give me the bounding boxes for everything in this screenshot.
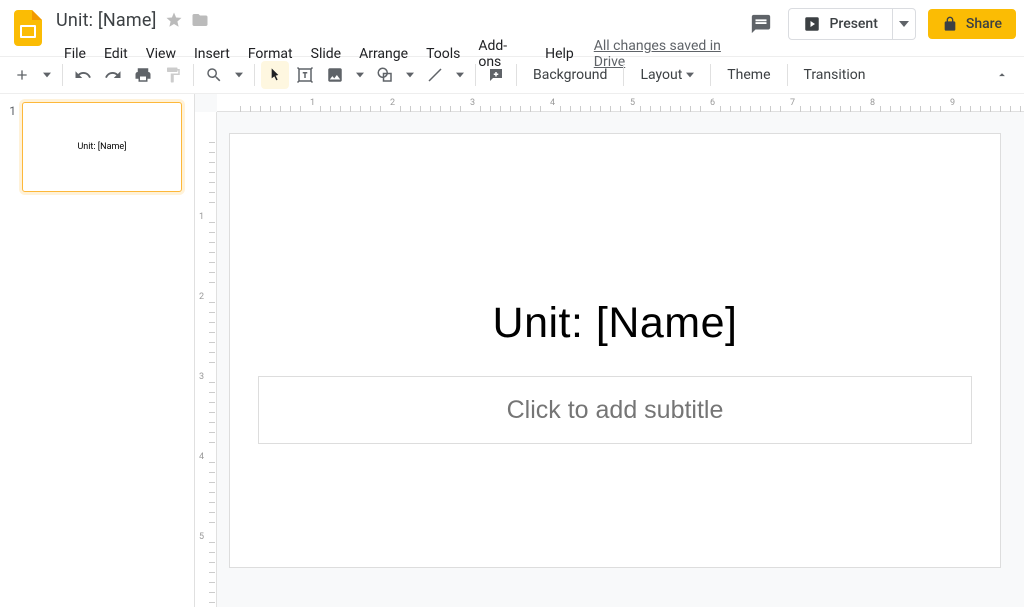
print-button[interactable]: [129, 61, 157, 89]
share-button[interactable]: Share: [928, 9, 1016, 39]
separator: [62, 64, 63, 86]
theme-button[interactable]: Theme: [717, 63, 780, 87]
slide-title-box[interactable]: Unit: [Name]: [230, 299, 1000, 348]
present-label: Present: [829, 16, 877, 32]
separator: [710, 64, 711, 86]
comments-button[interactable]: [746, 9, 776, 39]
new-slide-dropdown[interactable]: [38, 61, 56, 89]
header-right: Present Share: [746, 8, 1016, 40]
slide-subtitle-box[interactable]: Click to add subtitle: [258, 376, 972, 444]
separator: [475, 64, 476, 86]
slide-title-text: Unit: [Name]: [493, 299, 738, 347]
separator: [516, 64, 517, 86]
filmstrip-slide[interactable]: 1 Unit: [Name]: [4, 102, 190, 192]
subtitle-placeholder: Click to add subtitle: [507, 396, 724, 425]
separator: [787, 64, 788, 86]
play-box-icon: [803, 15, 821, 33]
thumb-title: Unit: [Name]: [77, 142, 126, 152]
star-icon[interactable]: [165, 11, 183, 29]
undo-button[interactable]: [69, 61, 97, 89]
caret-down-icon: [899, 19, 909, 29]
canvas-area: 123456789 12345 Unit: [Name] Click to ad…: [195, 94, 1024, 607]
document-title[interactable]: Unit: [Name]: [56, 10, 157, 31]
folder-icon[interactable]: [191, 11, 209, 29]
select-tool[interactable]: [261, 61, 289, 89]
app-header: Unit: [Name] File Edit View Insert Forma…: [0, 0, 1024, 56]
lock-icon: [942, 16, 958, 32]
layout-button[interactable]: Layout: [630, 63, 704, 87]
textbox-tool[interactable]: [291, 61, 319, 89]
image-dropdown[interactable]: [351, 61, 369, 89]
new-slide-button[interactable]: [8, 61, 36, 89]
shape-dropdown[interactable]: [401, 61, 419, 89]
slide-canvas[interactable]: Unit: [Name] Click to add subtitle: [230, 134, 1000, 567]
slide-number: 1: [4, 102, 16, 118]
collapse-toolbar-button[interactable]: [988, 61, 1016, 89]
transition-button[interactable]: Transition: [794, 63, 876, 87]
paint-format-button[interactable]: [159, 61, 187, 89]
redo-button[interactable]: [99, 61, 127, 89]
separator: [193, 64, 194, 86]
shape-tool[interactable]: [371, 61, 399, 89]
filmstrip: 1 Unit: [Name]: [0, 94, 195, 607]
separator: [623, 64, 624, 86]
background-button[interactable]: Background: [523, 63, 617, 87]
present-dropdown[interactable]: [893, 8, 916, 40]
slide-thumbnail[interactable]: Unit: [Name]: [22, 102, 182, 192]
horizontal-ruler: 123456789: [217, 94, 1024, 112]
image-tool[interactable]: [321, 61, 349, 89]
line-dropdown[interactable]: [451, 61, 469, 89]
slides-logo[interactable]: [8, 8, 48, 48]
comment-tool[interactable]: [482, 61, 510, 89]
vertical-ruler: 12345: [195, 112, 217, 607]
share-label: Share: [966, 16, 1002, 32]
line-tool[interactable]: [421, 61, 449, 89]
zoom-button[interactable]: [200, 61, 228, 89]
caret-down-icon: [686, 71, 694, 79]
workspace: 1 Unit: [Name] 123456789 12345 Unit: [Na…: [0, 94, 1024, 607]
zoom-dropdown[interactable]: [230, 61, 248, 89]
separator: [254, 64, 255, 86]
present-button[interactable]: Present: [788, 8, 892, 40]
